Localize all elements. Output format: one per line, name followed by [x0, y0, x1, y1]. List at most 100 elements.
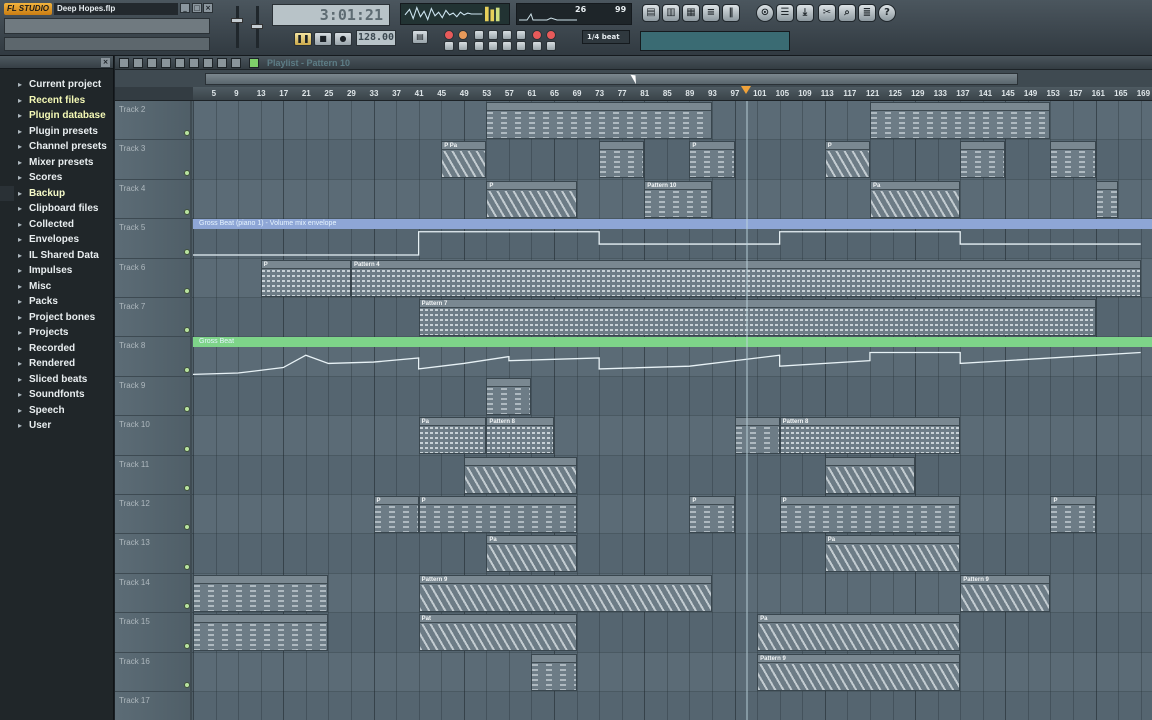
browser-item[interactable]: ▸ Backup: [0, 185, 113, 201]
track-lane[interactable]: [193, 613, 1152, 653]
track-header[interactable]: Track 6: [115, 258, 193, 298]
close-icon[interactable]: ×: [203, 3, 213, 13]
pattern-clip[interactable]: Pa: [757, 614, 961, 652]
browser-item[interactable]: ▸ Packs: [0, 294, 113, 310]
slice-tool-icon[interactable]: [189, 58, 199, 68]
pattern-clip[interactable]: [734, 417, 780, 455]
automation-clip-header[interactable]: Gross Beat (piano 1) - Volume mix envelo…: [193, 219, 1152, 230]
tempo-display[interactable]: 128.00: [356, 30, 396, 46]
track-header[interactable]: Track 2: [115, 101, 193, 141]
track-lane[interactable]: [193, 140, 1152, 180]
step-edit-icon[interactable]: [458, 30, 468, 40]
track-lane[interactable]: [193, 376, 1152, 417]
play-button[interactable]: ❚❚: [294, 32, 312, 46]
track-header[interactable]: Track 9: [115, 376, 193, 417]
scrollbar-thumb[interactable]: [205, 73, 1018, 85]
pattern-clip[interactable]: Pattern 10: [644, 180, 712, 218]
browser-item[interactable]: ▸ Soundfonts: [0, 387, 113, 403]
snap-tool-icon[interactable]: [249, 58, 259, 68]
track-lane[interactable]: [193, 692, 1152, 720]
browser-item[interactable]: ▸ Projects: [0, 325, 113, 341]
pattern-clip[interactable]: Pa: [486, 535, 577, 573]
mixer-view-icon[interactable]: ‖: [722, 4, 740, 22]
pattern-clip[interactable]: P: [779, 496, 961, 533]
pattern-clip[interactable]: P: [689, 141, 735, 179]
play-tool-icon[interactable]: [231, 58, 241, 68]
countdown-icon[interactable]: [546, 30, 556, 40]
step-sequencer-view-icon[interactable]: ▦: [682, 4, 700, 22]
paint-tool-icon[interactable]: [147, 58, 157, 68]
metronome-icon[interactable]: [516, 30, 526, 40]
track-header[interactable]: Track 5: [115, 219, 193, 259]
master-volume-knob[interactable]: [231, 18, 243, 23]
track-header[interactable]: Track 4: [115, 179, 193, 220]
snap-to-grid-icon[interactable]: [516, 41, 526, 51]
track-lane[interactable]: [193, 652, 1152, 692]
browser-item[interactable]: ▸ Channel presets: [0, 139, 113, 155]
pattern-clip[interactable]: [486, 102, 712, 139]
browser-item[interactable]: ▸ Current project: [0, 77, 113, 93]
delete-tool-icon[interactable]: [161, 58, 171, 68]
pattern-clip[interactable]: Pattern 9: [418, 574, 712, 612]
browser-item[interactable]: ▸ Scores: [0, 170, 113, 186]
snap-selector[interactable]: 1/4 beat: [582, 30, 630, 44]
multilink-icon[interactable]: [444, 41, 454, 51]
pattern-clip[interactable]: [193, 614, 329, 652]
scale-levels-icon[interactable]: [458, 41, 468, 51]
wait-for-input-icon[interactable]: [532, 30, 542, 40]
browser-item[interactable]: ▸ Recent files: [0, 93, 113, 109]
browser-item[interactable]: ▸ Rendered: [0, 356, 113, 372]
pattern-clip[interactable]: [463, 456, 577, 494]
track-header[interactable]: Track 17: [115, 692, 193, 720]
time-display[interactable]: 3:01:21: [272, 4, 390, 26]
maximize-icon[interactable]: □: [192, 3, 202, 13]
track-enable-icon[interactable]: [184, 169, 190, 176]
track-header[interactable]: Track 12: [115, 495, 193, 535]
pattern-clip[interactable]: [960, 141, 1006, 179]
punch-out-icon[interactable]: [546, 41, 556, 51]
pattern-clip[interactable]: P Pa: [441, 141, 487, 179]
midi-input-icon[interactable]: [488, 41, 498, 51]
track-enable-icon[interactable]: [184, 445, 190, 452]
browser-item[interactable]: ▸ Envelopes: [0, 232, 113, 248]
select-tool-icon[interactable]: [203, 58, 213, 68]
record-mode-icon[interactable]: [444, 30, 454, 40]
browser-item[interactable]: ▸ Recorded: [0, 341, 113, 357]
track-header[interactable]: Track 16: [115, 652, 193, 692]
pattern-clip[interactable]: P: [260, 259, 351, 297]
track-enable-icon[interactable]: [184, 248, 190, 255]
track-header[interactable]: Track 8: [115, 337, 193, 377]
track-header[interactable]: Track 7: [115, 298, 193, 338]
automation-clip-header[interactable]: Gross Beat: [193, 337, 1152, 348]
draw-tool-icon[interactable]: [133, 58, 143, 68]
browser-item[interactable]: ▸ Mixer presets: [0, 155, 113, 171]
pattern-clip[interactable]: [1095, 180, 1119, 218]
track-lane[interactable]: [193, 534, 1152, 574]
app-logo[interactable]: FL STUDIO: [4, 3, 52, 15]
browser-item[interactable]: ▸ Collected: [0, 217, 113, 233]
playlist-view-icon[interactable]: ▤: [642, 4, 660, 22]
pattern-clip[interactable]: Pat: [418, 614, 577, 652]
pattern-clip[interactable]: [531, 653, 577, 691]
mute-tool-icon[interactable]: [175, 58, 185, 68]
auto-scroll-icon[interactable]: [474, 41, 484, 51]
pattern-clip[interactable]: Pattern 7: [418, 299, 1096, 336]
pattern-clip[interactable]: Pattern 9: [960, 574, 1051, 612]
punch-in-icon[interactable]: [532, 41, 542, 51]
blend-notes-icon[interactable]: [474, 30, 484, 40]
pattern-clip[interactable]: [193, 574, 329, 612]
pattern-clip[interactable]: Pa: [869, 180, 961, 218]
browser-item[interactable]: ▸ Sliced beats: [0, 372, 113, 388]
pattern-clip[interactable]: [486, 377, 532, 415]
stop-button[interactable]: ■: [314, 32, 332, 46]
track-header[interactable]: Track 13: [115, 534, 193, 574]
playlist-lanes[interactable]: Gross Beat (piano 1) - Volume mix envelo…: [193, 101, 1152, 720]
pattern-clip[interactable]: Pattern 8: [779, 417, 961, 455]
track-lane[interactable]: [193, 455, 1152, 495]
zoom-tool-icon[interactable]: [217, 58, 227, 68]
track-lane[interactable]: [193, 416, 1152, 456]
track-header[interactable]: Track 14: [115, 573, 193, 614]
time-ruler[interactable]: 5 9 13 17 21 25 29 33 37 41 45 49 53 57 61 65 69 73 77 81 85…: [193, 87, 1152, 101]
pattern-clip[interactable]: P: [486, 180, 577, 218]
render-icon[interactable]: ⤓: [796, 4, 814, 22]
